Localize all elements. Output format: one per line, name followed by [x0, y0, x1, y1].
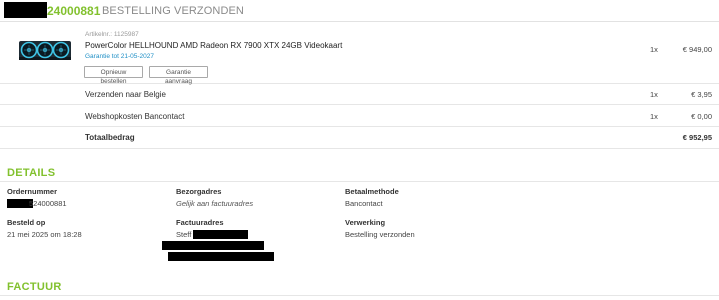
invoice-address-label: Factuuradres — [176, 218, 224, 227]
redacted-block — [193, 230, 248, 239]
redacted-block — [162, 241, 264, 250]
reorder-button[interactable]: Opnieuw bestellen — [84, 66, 143, 85]
delivery-address-value: Gelijk aan factuuradres — [176, 199, 254, 208]
product-qty: 1x — [650, 45, 658, 54]
product-price: € 949,00 — [682, 45, 712, 54]
delivery-address-label: Bezorgadres — [176, 187, 222, 196]
order-status: BESTELLING VERZONDEN — [102, 5, 244, 17]
order-number-label: Ordernummer — [7, 187, 58, 196]
details-title: DETAILS — [7, 167, 56, 179]
webshop-costs-qty: 1x — [650, 112, 658, 121]
processing-value: Bestelling verzonden — [345, 230, 415, 239]
article-number: Artikelnr.: 1125987 — [85, 31, 139, 38]
webshop-costs-price: € 0,00 — [691, 112, 712, 121]
order-number-value: 524000881 — [29, 199, 67, 208]
total-label: Totaalbedrag — [85, 133, 135, 142]
payment-method-label: Betaalmethode — [345, 187, 399, 196]
warranty-request-button[interactable]: Garantie aanvraag — [149, 66, 208, 85]
divider — [0, 126, 719, 127]
shipping-price: € 3,95 — [691, 90, 712, 99]
product-name[interactable]: PowerColor HELLHOUND AMD Radeon RX 7900 … — [85, 41, 342, 50]
warranty-date: Garantie tot 21-05-2027 — [85, 53, 155, 60]
payment-method-value: Bancontact — [345, 199, 383, 208]
processing-label: Verwerking — [345, 218, 386, 227]
shipping-label: Verzenden naar Belgie — [85, 90, 166, 99]
divider — [0, 148, 719, 149]
redacted-block — [4, 2, 47, 18]
shipping-qty: 1x — [650, 90, 658, 99]
divider — [0, 104, 719, 105]
section-divider — [0, 295, 719, 296]
ordered-on-label: Besteld op — [7, 218, 46, 227]
order-number: 24000881 — [47, 4, 101, 18]
total-price: € 952,95 — [682, 133, 712, 142]
section-divider — [0, 181, 719, 182]
redacted-block — [168, 252, 274, 261]
webshop-costs-label: Webshopkosten Bancontact — [85, 112, 185, 121]
invoice-title: FACTUUR — [7, 281, 62, 293]
ordered-on-value: 21 mei 2025 om 18:28 — [7, 230, 82, 239]
invoice-address-value: Steff — [176, 230, 192, 239]
graphics-card-image — [19, 41, 71, 60]
